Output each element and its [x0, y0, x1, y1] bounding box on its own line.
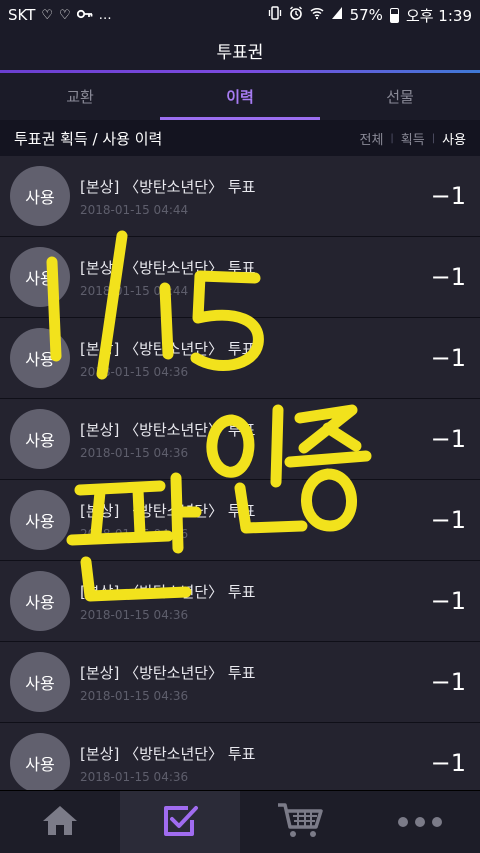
item-date: 2018-01-15 04:36	[80, 607, 189, 622]
nav-more[interactable]	[360, 791, 480, 853]
tab-label: 교환	[66, 88, 94, 106]
clock: 오후 1:39	[405, 6, 472, 25]
usage-badge: 사용	[10, 328, 70, 388]
item-amount: −1	[430, 182, 466, 210]
item-date: 2018-01-15 04:36	[80, 769, 189, 784]
usage-badge: 사용	[10, 166, 70, 226]
tab-label: 선물	[386, 88, 414, 106]
list-item[interactable]: 사용 [본상] 〈방탄소년단〉 투표 2018-01-15 04:36 −1	[0, 318, 480, 399]
item-title: [본상] 〈방탄소년단〉 투표	[80, 663, 256, 682]
heart-outline-icon: ♡	[59, 7, 71, 23]
item-amount: −1	[430, 344, 466, 372]
list-item[interactable]: 사용 [본상] 〈방탄소년단〉 투표 2018-01-15 04:36 −1	[0, 642, 480, 723]
key-icon	[76, 8, 93, 23]
usage-badge: 사용	[10, 490, 70, 550]
filter-used[interactable]: 사용	[442, 129, 466, 148]
item-title: [본상] 〈방탄소년단〉 투표	[80, 420, 256, 439]
status-bar: SKT ♡ ♡ … 57% 오후 1:39	[0, 0, 480, 30]
filter-group: 전체 | 획득 | 사용	[359, 129, 466, 148]
filter-divider: |	[431, 132, 436, 144]
filter-divider: |	[390, 132, 394, 144]
filter-acquired[interactable]: 획득	[401, 129, 425, 148]
history-title: 투표권 획득 / 사용 이력	[14, 129, 163, 148]
battery-percent: 57%	[349, 6, 383, 24]
usage-badge: 사용	[10, 652, 70, 712]
bottom-nav	[0, 790, 480, 853]
history-list: 사용 [본상] 〈방탄소년단〉 투표 2018-01-15 04:44 −1 사용…	[0, 156, 480, 804]
more-icon	[397, 813, 443, 832]
item-date: 2018-01-15 04:36	[80, 526, 189, 541]
item-date: 2018-01-15 04:36	[80, 445, 189, 460]
usage-badge: 사용	[10, 571, 70, 631]
battery-icon	[389, 7, 399, 23]
item-title: [본상] 〈방탄소년단〉 투표	[80, 177, 256, 196]
nav-shop[interactable]	[240, 791, 360, 853]
item-date: 2018-01-15 04:44	[80, 283, 189, 298]
page-title-text: 투표권	[216, 42, 264, 63]
tab-label: 이력	[226, 88, 254, 106]
vote-check-icon	[160, 802, 200, 842]
list-item[interactable]: 사용 [본상] 〈방탄소년단〉 투표 2018-01-15 04:44 −1	[0, 237, 480, 318]
signal-icon	[331, 6, 343, 24]
wifi-icon	[310, 6, 324, 24]
tab-history[interactable]: 이력	[160, 73, 320, 120]
vibrate-icon	[268, 6, 282, 24]
tab-exchange[interactable]: 교환	[0, 73, 160, 120]
list-item[interactable]: 사용 [본상] 〈방탄소년단〉 투표 2018-01-15 04:36 −1	[0, 561, 480, 642]
item-title: [본상] 〈방탄소년단〉 투표	[80, 501, 256, 520]
alarm-icon	[289, 6, 303, 24]
home-icon	[40, 803, 80, 841]
usage-badge: 사용	[10, 733, 70, 793]
item-title: [본상] 〈방탄소년단〉 투표	[80, 582, 256, 601]
nav-vote[interactable]	[120, 791, 240, 853]
item-amount: −1	[430, 668, 466, 696]
page-title: 투표권	[0, 30, 480, 70]
item-date: 2018-01-15 04:44	[80, 202, 189, 217]
list-item[interactable]: 사용 [본상] 〈방탄소년단〉 투표 2018-01-15 04:36 −1	[0, 399, 480, 480]
nav-home[interactable]	[0, 791, 120, 853]
history-subheader: 투표권 획득 / 사용 이력 전체 | 획득 | 사용	[0, 120, 480, 156]
list-item[interactable]: 사용 [본상] 〈방탄소년단〉 투표 2018-01-15 04:36 −1	[0, 480, 480, 561]
list-item[interactable]: 사용 [본상] 〈방탄소년단〉 투표 2018-01-15 04:44 −1	[0, 156, 480, 237]
filter-all[interactable]: 전체	[359, 129, 383, 148]
item-amount: −1	[430, 425, 466, 453]
item-title: [본상] 〈방탄소년단〉 투표	[80, 339, 256, 358]
tab-gift[interactable]: 선물	[320, 73, 480, 120]
item-title: [본상] 〈방탄소년단〉 투표	[80, 258, 256, 277]
usage-badge: 사용	[10, 247, 70, 307]
carrier-label: SKT	[8, 6, 36, 24]
item-amount: −1	[430, 263, 466, 291]
item-amount: −1	[430, 506, 466, 534]
item-title: [본상] 〈방탄소년단〉 투표	[80, 744, 256, 763]
cart-icon	[276, 801, 324, 843]
usage-badge: 사용	[10, 409, 70, 469]
item-date: 2018-01-15 04:36	[80, 364, 189, 379]
more-dots-icon: …	[98, 7, 112, 23]
item-date: 2018-01-15 04:36	[80, 688, 189, 703]
item-amount: −1	[430, 749, 466, 777]
item-amount: −1	[430, 587, 466, 615]
heart-outline-icon: ♡	[41, 7, 54, 23]
tab-bar: 교환 이력 선물	[0, 73, 480, 120]
